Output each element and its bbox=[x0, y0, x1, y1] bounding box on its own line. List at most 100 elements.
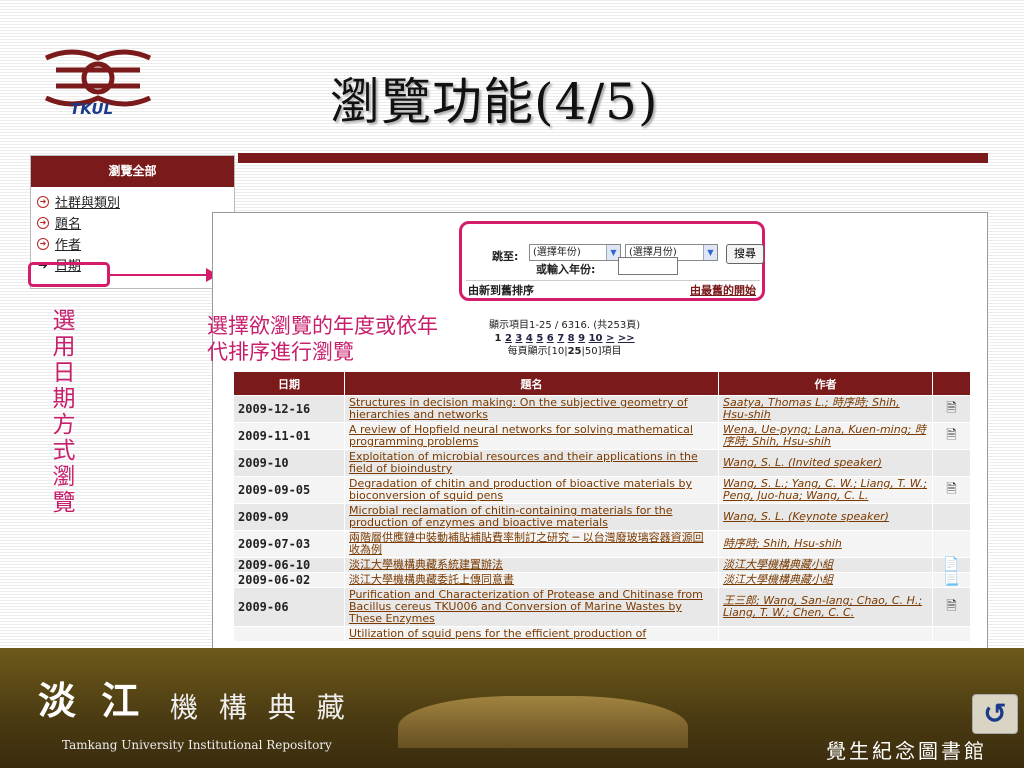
per-page: 每頁顯示[10|25|50]項目 bbox=[507, 346, 622, 357]
row-title-link[interactable]: Structures in decision making: On the su… bbox=[344, 395, 719, 423]
row-date: 2009-10 bbox=[233, 449, 345, 477]
year-select-value: (選擇年份) bbox=[533, 247, 581, 258]
sidebar-item-author[interactable]: ➜ 作者 bbox=[31, 233, 234, 254]
year-input-label: 或輸入年份: bbox=[536, 263, 596, 276]
table-row: 2009-11-01 A review of Hopfield neural ne… bbox=[233, 422, 971, 450]
row-date: 2009-06-02 bbox=[233, 572, 345, 588]
sort-new-to-old[interactable]: 由新到舊排序 bbox=[468, 282, 534, 298]
page-link[interactable]: 3 bbox=[515, 333, 522, 344]
arrow-circle-icon: ➜ bbox=[37, 216, 49, 229]
row-title-link[interactable]: 淡江大學機構典藏委託上傳同意書 bbox=[344, 572, 719, 588]
row-author-link[interactable]: Wena, Ue-pyng; Lana, Kuen-ming; 時序時; Shi… bbox=[718, 422, 933, 450]
page-link[interactable]: 10 bbox=[589, 333, 603, 344]
sidebar-item-label: 作者 bbox=[55, 238, 82, 253]
table-row: 2009-09 Microbial reclamation of chitin-c… bbox=[233, 503, 971, 531]
results-table: 日期 題名 作者 2009-12-16 Structures in decisio… bbox=[233, 371, 971, 642]
year-select[interactable]: (選擇年份) ▼ bbox=[529, 244, 621, 261]
row-date bbox=[233, 626, 345, 642]
row-author-link[interactable]: 時序時; Shih, Hsu-shih bbox=[718, 530, 933, 558]
sidebar-item-label: 題名 bbox=[55, 217, 82, 232]
jump-label: 跳至: bbox=[492, 250, 519, 263]
back-button[interactable]: ↺ bbox=[972, 694, 1018, 734]
row-author-link[interactable]: 淡江大學機構典藏小組 bbox=[718, 557, 933, 573]
row-date: 2009-07-03 bbox=[233, 530, 345, 558]
row-file-icon bbox=[932, 449, 971, 477]
annotation-line-2: 代排序進行瀏覽 bbox=[207, 340, 354, 364]
row-author-link[interactable]: Saatya, Thomas L.; 時序時; Shih, Hsu-shih bbox=[718, 395, 933, 423]
row-title-link[interactable]: A review of Hopfield neural networks for… bbox=[344, 422, 719, 450]
row-author-link[interactable]: Wang, S. L. (Keynote speaker) bbox=[718, 503, 933, 531]
pdf-icon[interactable]: 📄 bbox=[932, 557, 971, 573]
row-author-link[interactable] bbox=[718, 626, 933, 642]
row-title-link[interactable]: Degradation of chitin and production of … bbox=[344, 476, 719, 504]
per-page-prefix: 每頁顯示[ bbox=[507, 346, 552, 357]
footer-english: Tamkang University Institutional Reposit… bbox=[62, 738, 332, 752]
sidebar-header: 瀏覽全部 bbox=[31, 156, 234, 187]
page-link[interactable]: 5 bbox=[536, 333, 543, 344]
sort-row: 由新到舊排序 由最舊的開始 bbox=[466, 280, 760, 298]
browse-panel: 跳至: (選擇年份) ▼ (選擇月份) ▼ 搜尋 或輸入年份: 由新到舊排序 由… bbox=[212, 212, 988, 694]
row-date: 2009-11-01 bbox=[233, 422, 345, 450]
annotation-text: 選擇欲瀏覽的年度或依年 代排序進行瀏覽 bbox=[207, 313, 507, 365]
row-author-link[interactable]: 淡江大學機構典藏小組 bbox=[718, 572, 933, 588]
header-icon bbox=[932, 371, 971, 396]
row-date: 2009-09-05 bbox=[233, 476, 345, 504]
footer-library: 覺生紀念圖書館 bbox=[826, 739, 987, 763]
result-summary: 顯示項目1-25 / 6316. (共253頁) bbox=[489, 320, 641, 331]
header-date[interactable]: 日期 bbox=[233, 371, 345, 396]
doc-icon[interactable]: 🗎 bbox=[932, 476, 971, 504]
doc-icon[interactable]: 🗎 bbox=[932, 587, 971, 627]
jump-box: 跳至: (選擇年份) ▼ (選擇月份) ▼ 搜尋 或輸入年份: 由新到舊排序 由… bbox=[459, 221, 765, 301]
row-title-link[interactable]: 淡江大學機構典藏系統建置辦法 bbox=[344, 557, 719, 573]
row-title-link[interactable]: Utilization of squid pens for the effici… bbox=[344, 626, 719, 642]
doc-icon[interactable]: 🗎 bbox=[932, 422, 971, 450]
row-title-link[interactable]: Exploitation of microbial resources and … bbox=[344, 449, 719, 477]
page-link[interactable]: 4 bbox=[526, 333, 533, 344]
row-file-icon bbox=[932, 503, 971, 531]
table-row: 2009-06-02 淡江大學機構典藏委託上傳同意書 淡江大學機構典藏小組 📃 bbox=[233, 572, 971, 588]
word-icon[interactable]: 📃 bbox=[932, 572, 971, 588]
table-row: 2009-12-16 Structures in decision making:… bbox=[233, 395, 971, 423]
per-page-suffix: ]項目 bbox=[597, 346, 622, 357]
table-row: Utilization of squid pens for the effici… bbox=[233, 626, 971, 642]
table-row: 2009-09-05 Degradation of chitin and prod… bbox=[233, 476, 971, 504]
top-bar bbox=[238, 153, 988, 163]
row-title-link[interactable]: 兩階層供應鏈中裝動補貼補貼費率制訂之研究 ─ 以台灣廢玻璃容器資源回收為例 bbox=[344, 530, 719, 558]
last-page-link[interactable]: >> bbox=[618, 333, 635, 344]
next-page-link[interactable]: > bbox=[606, 333, 614, 344]
table-row: 2009-06 Purification and Characterization… bbox=[233, 587, 971, 627]
row-author-link[interactable]: Wang, S. L. (Invited speaker) bbox=[718, 449, 933, 477]
table-row: 2009-10 Exploitation of microbial resourc… bbox=[233, 449, 971, 477]
search-button[interactable]: 搜尋 bbox=[726, 244, 764, 264]
footer-subtitle: 機 構 典 藏 bbox=[170, 691, 351, 724]
sort-old-to-new-link[interactable]: 由最舊的開始 bbox=[690, 282, 756, 298]
row-title-link[interactable]: Purification and Characterization of Pro… bbox=[344, 587, 719, 627]
row-title-link[interactable]: Microbial reclamation of chitin-containi… bbox=[344, 503, 719, 531]
page-link[interactable]: 7 bbox=[557, 333, 564, 344]
row-author-link[interactable]: Wang, S. L.; Yang, C. W.; Liang, T. W.; … bbox=[718, 476, 933, 504]
sidebar-item-community[interactable]: ➜ 社群與類別 bbox=[31, 191, 234, 212]
arrow-circle-icon: ➜ bbox=[37, 237, 49, 250]
row-file-icon bbox=[932, 626, 971, 642]
row-date: 2009-09 bbox=[233, 503, 345, 531]
header-author[interactable]: 作者 bbox=[718, 371, 933, 396]
pointer-arrow-line bbox=[110, 274, 210, 276]
sidebar-item-title[interactable]: ➜ 題名 bbox=[31, 212, 234, 233]
header-title[interactable]: 題名 bbox=[344, 371, 719, 396]
page-link[interactable]: 9 bbox=[578, 333, 585, 344]
logo-text: TKUL bbox=[70, 100, 114, 118]
doc-icon[interactable]: 🗎 bbox=[932, 395, 971, 423]
per-page-50[interactable]: 50 bbox=[585, 346, 598, 357]
slide-title: 瀏覽功能(4/5) bbox=[330, 73, 659, 131]
date-highlight-box bbox=[28, 262, 110, 287]
row-date: 2009-12-16 bbox=[233, 395, 345, 423]
year-input[interactable] bbox=[618, 257, 678, 275]
table-header-row: 日期 題名 作者 bbox=[233, 371, 971, 396]
sidebar-item-label: 社群與類別 bbox=[55, 196, 121, 211]
arrow-circle-icon: ➜ bbox=[37, 195, 49, 208]
page-link[interactable]: 8 bbox=[568, 333, 575, 344]
page-link[interactable]: 6 bbox=[547, 333, 554, 344]
row-author-link[interactable]: 王三郎; Wang, San-lang; Chao, C. H.; Liang,… bbox=[718, 587, 933, 627]
row-date: 2009-06-10 bbox=[233, 557, 345, 573]
per-page-10[interactable]: 10 bbox=[551, 346, 564, 357]
